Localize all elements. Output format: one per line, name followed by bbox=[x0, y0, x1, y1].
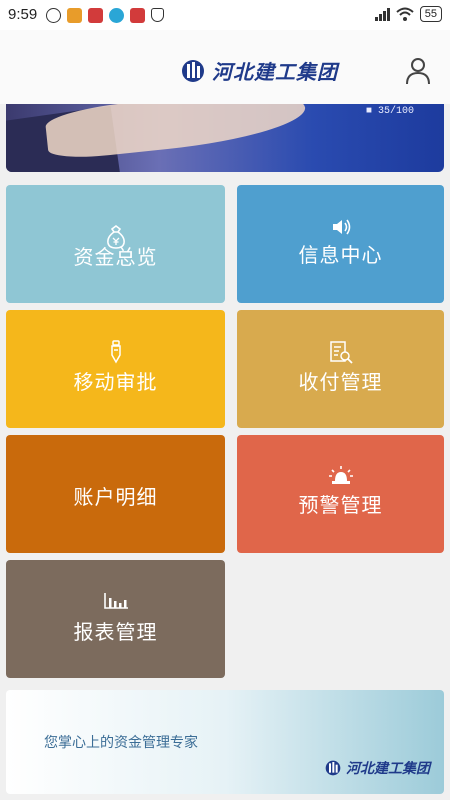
tile-account-details[interactable]: 账户明细 bbox=[6, 435, 225, 553]
footer-logo-text: 河北建工集团 bbox=[346, 761, 430, 777]
tile-fund-overview[interactable]: 资金总览 bbox=[6, 185, 225, 303]
tile-label: 信息中心 bbox=[298, 243, 383, 267]
wechat-icon bbox=[46, 8, 61, 23]
tile-label: 预警管理 bbox=[298, 493, 383, 517]
signal-icon bbox=[374, 7, 390, 21]
tile-label: 报表管理 bbox=[73, 620, 158, 644]
banner-counter-value: 35/100 bbox=[377, 106, 414, 117]
footer-slogan: 您掌心上的资金管理专家 bbox=[44, 735, 198, 751]
banner-counter: ■ 35/100 bbox=[365, 106, 414, 117]
battery-indicator: 55 bbox=[419, 6, 442, 22]
app-notification-icon bbox=[130, 8, 145, 23]
wifi-icon bbox=[396, 7, 414, 21]
notification-icons bbox=[46, 8, 164, 23]
tile-mobile-approval[interactable]: 移动审批 bbox=[6, 310, 225, 428]
tile-label: 收付管理 bbox=[298, 370, 383, 394]
tile-label: 移动审批 bbox=[73, 370, 158, 394]
company-logo-icon bbox=[325, 760, 341, 776]
tile-warning-management[interactable]: 预警管理 bbox=[237, 435, 444, 553]
tile-payment-management[interactable]: 收付管理 bbox=[237, 310, 444, 428]
document-search-icon bbox=[329, 341, 353, 364]
app-notification-icon bbox=[67, 8, 82, 23]
footer-logo: 河北建工集团 bbox=[324, 758, 430, 778]
user-profile-button[interactable] bbox=[404, 56, 432, 86]
app-notification-icon bbox=[109, 8, 124, 23]
speaker-icon bbox=[332, 219, 350, 235]
status-bar: 9:59 55 bbox=[0, 0, 450, 30]
tile-info-center[interactable]: 信息中心 bbox=[237, 185, 444, 303]
status-time: 9:59 bbox=[8, 6, 38, 23]
pen-icon bbox=[110, 340, 121, 364]
banner-image-hand bbox=[44, 104, 308, 162]
footer-banner: 您掌心上的资金管理专家 河北建工集团 bbox=[6, 690, 444, 794]
company-logo-icon bbox=[182, 59, 204, 82]
shield-icon bbox=[151, 8, 164, 22]
user-icon bbox=[406, 58, 430, 85]
logo-text: 河北建工集团 bbox=[212, 60, 338, 84]
alarm-light-icon bbox=[328, 466, 353, 484]
tile-label: 账户明细 bbox=[73, 485, 158, 509]
tile-label: 资金总览 bbox=[73, 245, 158, 269]
bar-chart-icon bbox=[103, 593, 128, 609]
company-logo: 河北建工集团 bbox=[180, 56, 338, 85]
banner-carousel[interactable]: ■ 35/100 bbox=[6, 104, 444, 172]
app-notification-icon bbox=[88, 8, 103, 23]
tile-report-management[interactable]: 报表管理 bbox=[6, 560, 225, 678]
